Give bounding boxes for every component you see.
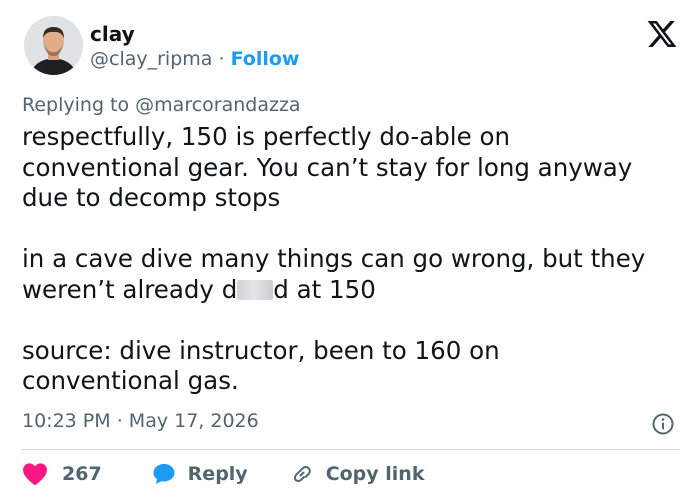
author-name[interactable]: clay: [90, 22, 135, 46]
replying-to: Replying to @marcorandazza: [22, 94, 301, 116]
speech-bubble-icon: [152, 462, 176, 486]
like-count: 267: [62, 463, 102, 485]
replying-mention[interactable]: @marcorandazza: [135, 94, 300, 116]
censor-blur: [237, 279, 274, 300]
replying-prefix: Replying to: [22, 94, 130, 116]
tweet-line: respectfully, 150 is perfectly do-able o…: [22, 122, 510, 151]
reply-button[interactable]: Reply: [140, 462, 248, 486]
handle-separator: ·: [218, 48, 225, 70]
timestamp-separator: ·: [116, 410, 123, 432]
tweet-line: due to decomp stops: [22, 183, 281, 212]
author-handle[interactable]: @clay_ripma: [90, 48, 212, 70]
info-icon[interactable]: [651, 412, 675, 436]
author-handle-line: @clay_ripma · Follow: [90, 48, 299, 70]
reply-label: Reply: [187, 463, 248, 485]
link-icon: [290, 462, 314, 486]
tweet-line-part: weren’t already d: [22, 274, 238, 304]
timestamp-date: May 17, 2026: [128, 410, 259, 432]
tweet-text: respectfully, 150 is perfectly do-able o…: [22, 122, 682, 397]
tweet-line: source: dive instructor, been to 160 on: [22, 335, 500, 365]
heart-icon: [22, 462, 48, 486]
divider: [22, 449, 679, 450]
timestamp[interactable]: 10:23 PM · May 17, 2026: [22, 410, 259, 432]
tweet-line-censored: weren’t already d d at 150: [22, 275, 682, 306]
copy-link-button[interactable]: Copy link: [278, 462, 425, 486]
like-button[interactable]: 267: [22, 462, 102, 486]
timestamp-time: 10:23 PM: [22, 410, 111, 432]
x-logo-icon[interactable]: [646, 18, 678, 50]
action-bar: 267 Reply Copy link: [22, 460, 424, 488]
tweet-card: clay @clay_ripma · Follow Replying to @m…: [0, 0, 700, 502]
follow-button[interactable]: Follow: [231, 48, 300, 70]
tweet-line: in a cave dive many things can go wrong,…: [22, 244, 646, 273]
copy-link-label: Copy link: [325, 463, 425, 485]
avatar[interactable]: [24, 16, 83, 75]
tweet-line: conventional gas.: [22, 366, 239, 395]
tweet-line-part: d at 150: [273, 274, 376, 304]
tweet-line: conventional gear. You can’t stay for lo…: [22, 152, 633, 182]
